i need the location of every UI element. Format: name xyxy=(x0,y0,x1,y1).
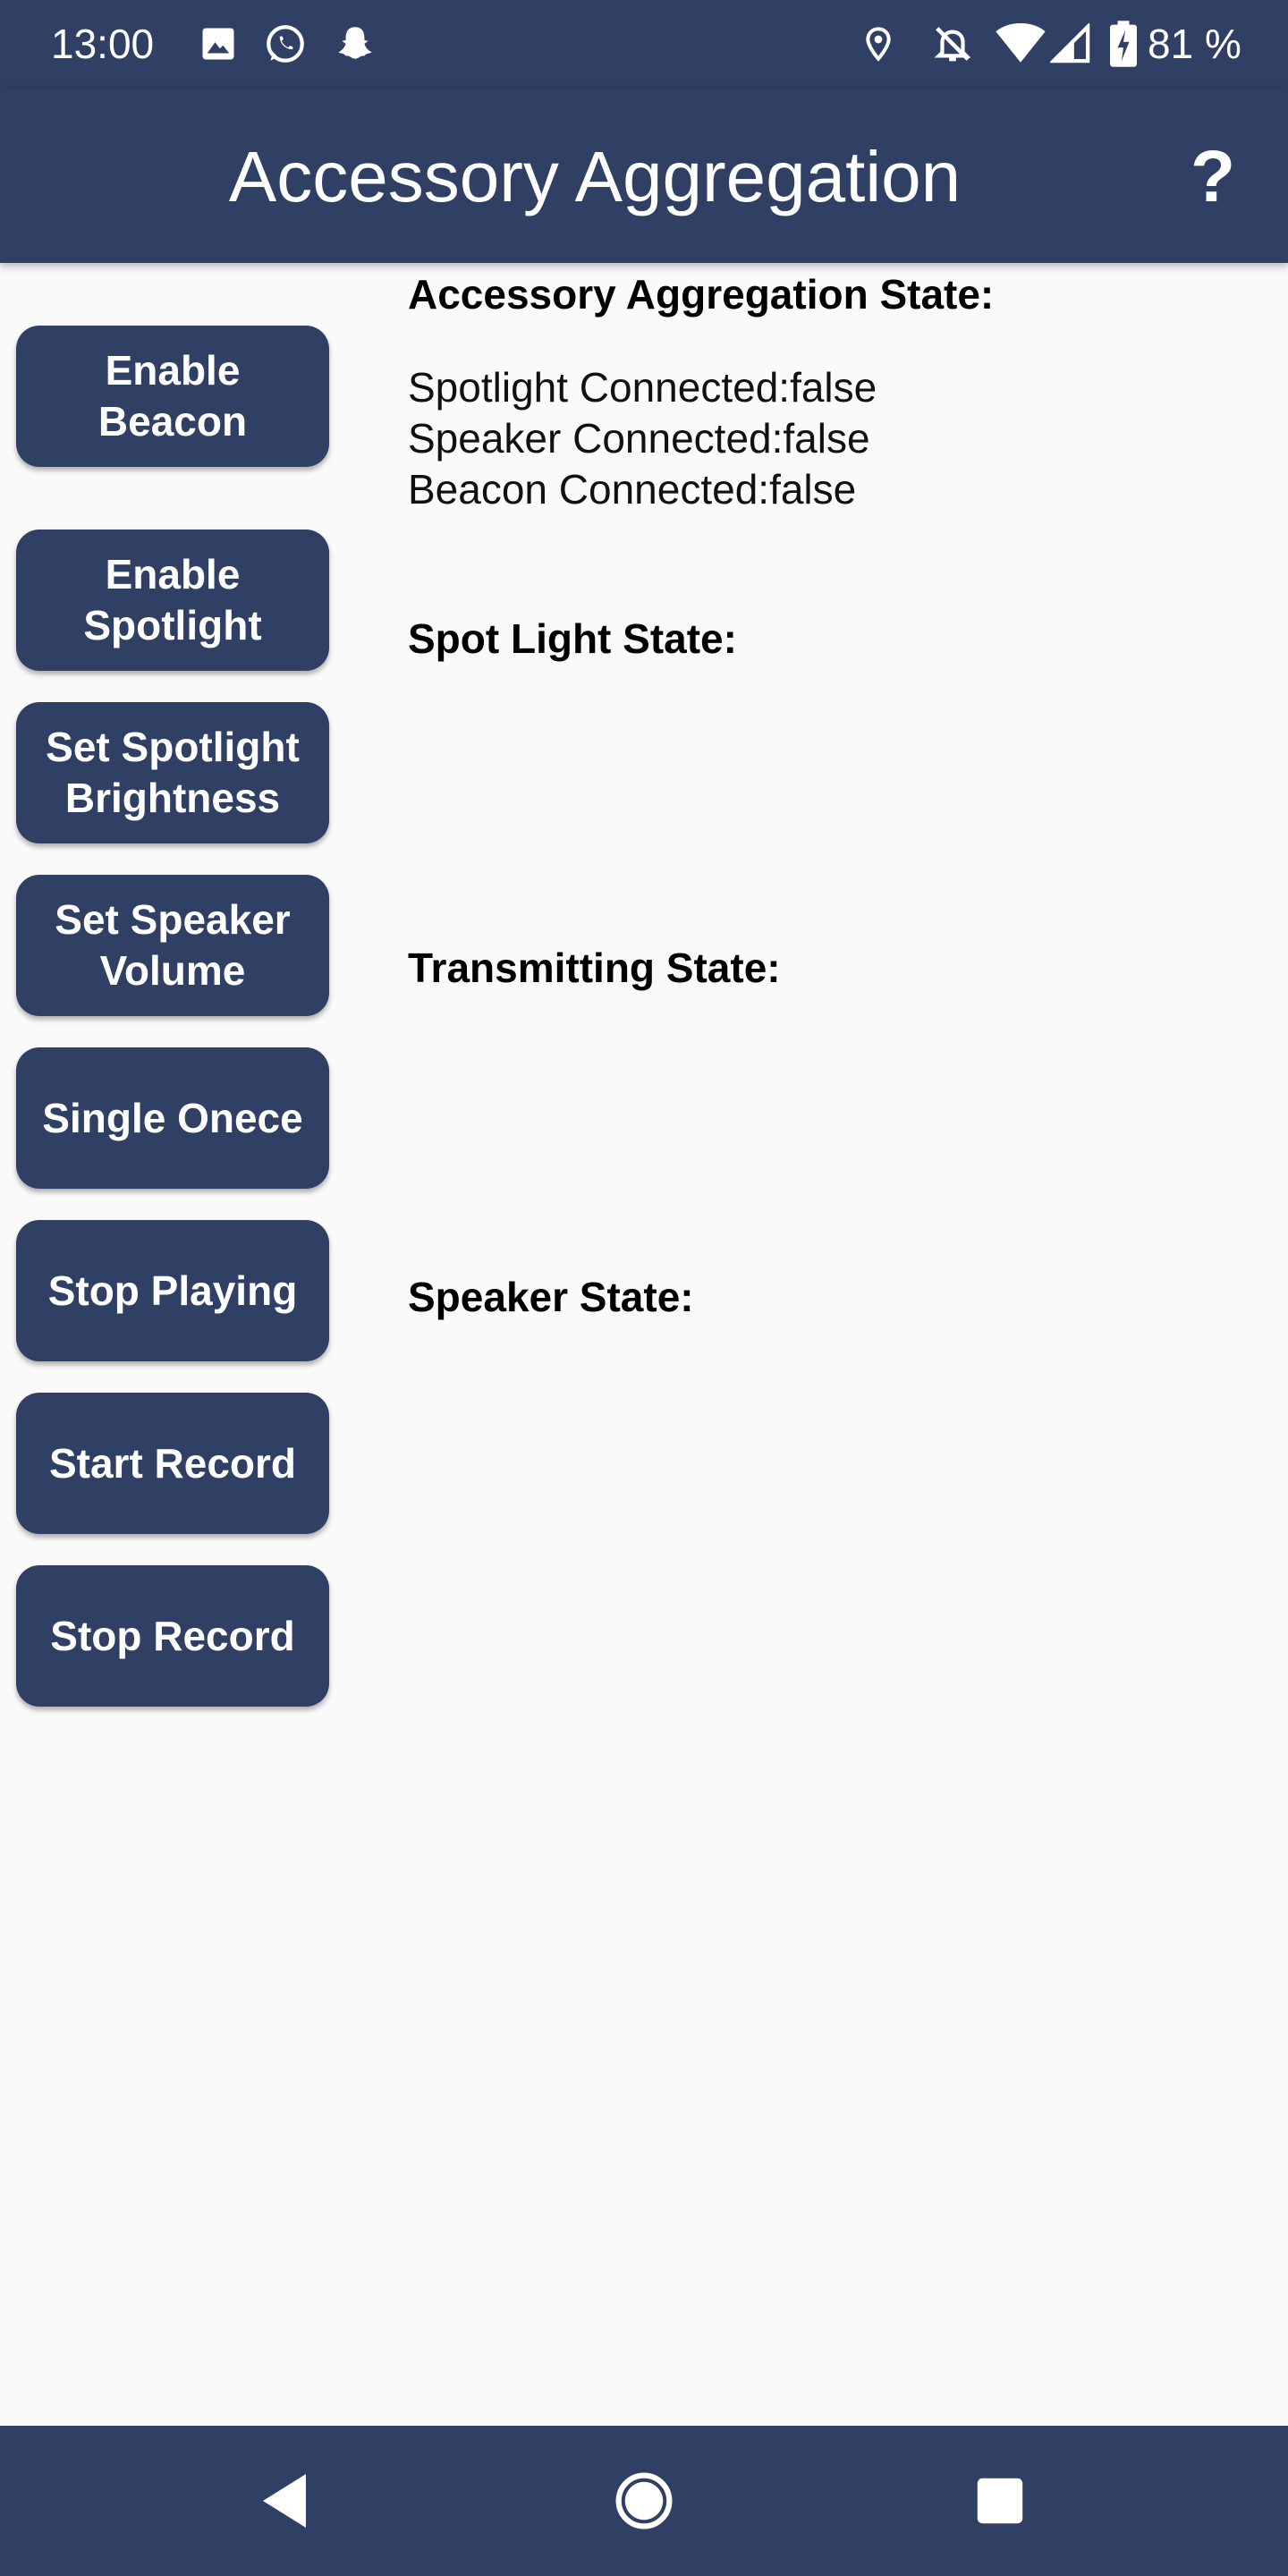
spotlight-state-heading: Spot Light State: xyxy=(408,615,737,662)
set-spotlight-brightness-button[interactable]: Set Spotlight Brightness xyxy=(16,702,329,843)
whatsapp-icon xyxy=(261,20,309,68)
location-icon xyxy=(859,20,898,68)
snapchat-icon xyxy=(331,20,379,68)
status-bar: 13:00 81 % xyxy=(0,0,1288,88)
battery-percent: 81 % xyxy=(1148,21,1241,67)
help-button[interactable]: ? xyxy=(1179,134,1247,220)
beacon-connected-text: Beacon Connected:false xyxy=(408,466,857,513)
stop-playing-button[interactable]: Stop Playing xyxy=(16,1220,329,1361)
battery-charging-icon xyxy=(1106,20,1141,68)
stop-record-button[interactable]: Stop Record xyxy=(16,1565,329,1707)
recents-icon[interactable] xyxy=(955,2456,1045,2546)
status-time: 13:00 xyxy=(51,21,155,67)
image-icon xyxy=(199,20,238,68)
transmitting-state-heading: Transmitting State: xyxy=(408,945,781,991)
spotlight-connected-text: Spotlight Connected:false xyxy=(408,364,877,411)
speaker-connected-text: Speaker Connected:false xyxy=(408,415,870,462)
aggregation-state-heading: Accessory Aggregation State: xyxy=(408,271,995,318)
speaker-state-heading: Speaker State: xyxy=(408,1274,694,1320)
single-once-button[interactable]: Single Onece xyxy=(16,1047,329,1189)
page-title: Accessory Aggregation xyxy=(228,137,962,216)
wifi-icon xyxy=(995,20,1046,68)
navigation-bar xyxy=(0,2426,1288,2576)
enable-spotlight-button[interactable]: Enable Spotlight xyxy=(16,530,329,671)
start-record-button[interactable]: Start Record xyxy=(16,1393,329,1534)
enable-beacon-button[interactable]: Enable Beacon xyxy=(16,326,329,467)
cell-signal-icon xyxy=(1048,20,1093,68)
set-speaker-volume-button[interactable]: Set Speaker Volume xyxy=(16,875,329,1016)
back-icon[interactable] xyxy=(240,2456,329,2546)
home-icon[interactable] xyxy=(599,2456,689,2546)
app-bar: Accessory Aggregation ? xyxy=(0,88,1288,263)
bell-off-icon xyxy=(930,20,975,68)
